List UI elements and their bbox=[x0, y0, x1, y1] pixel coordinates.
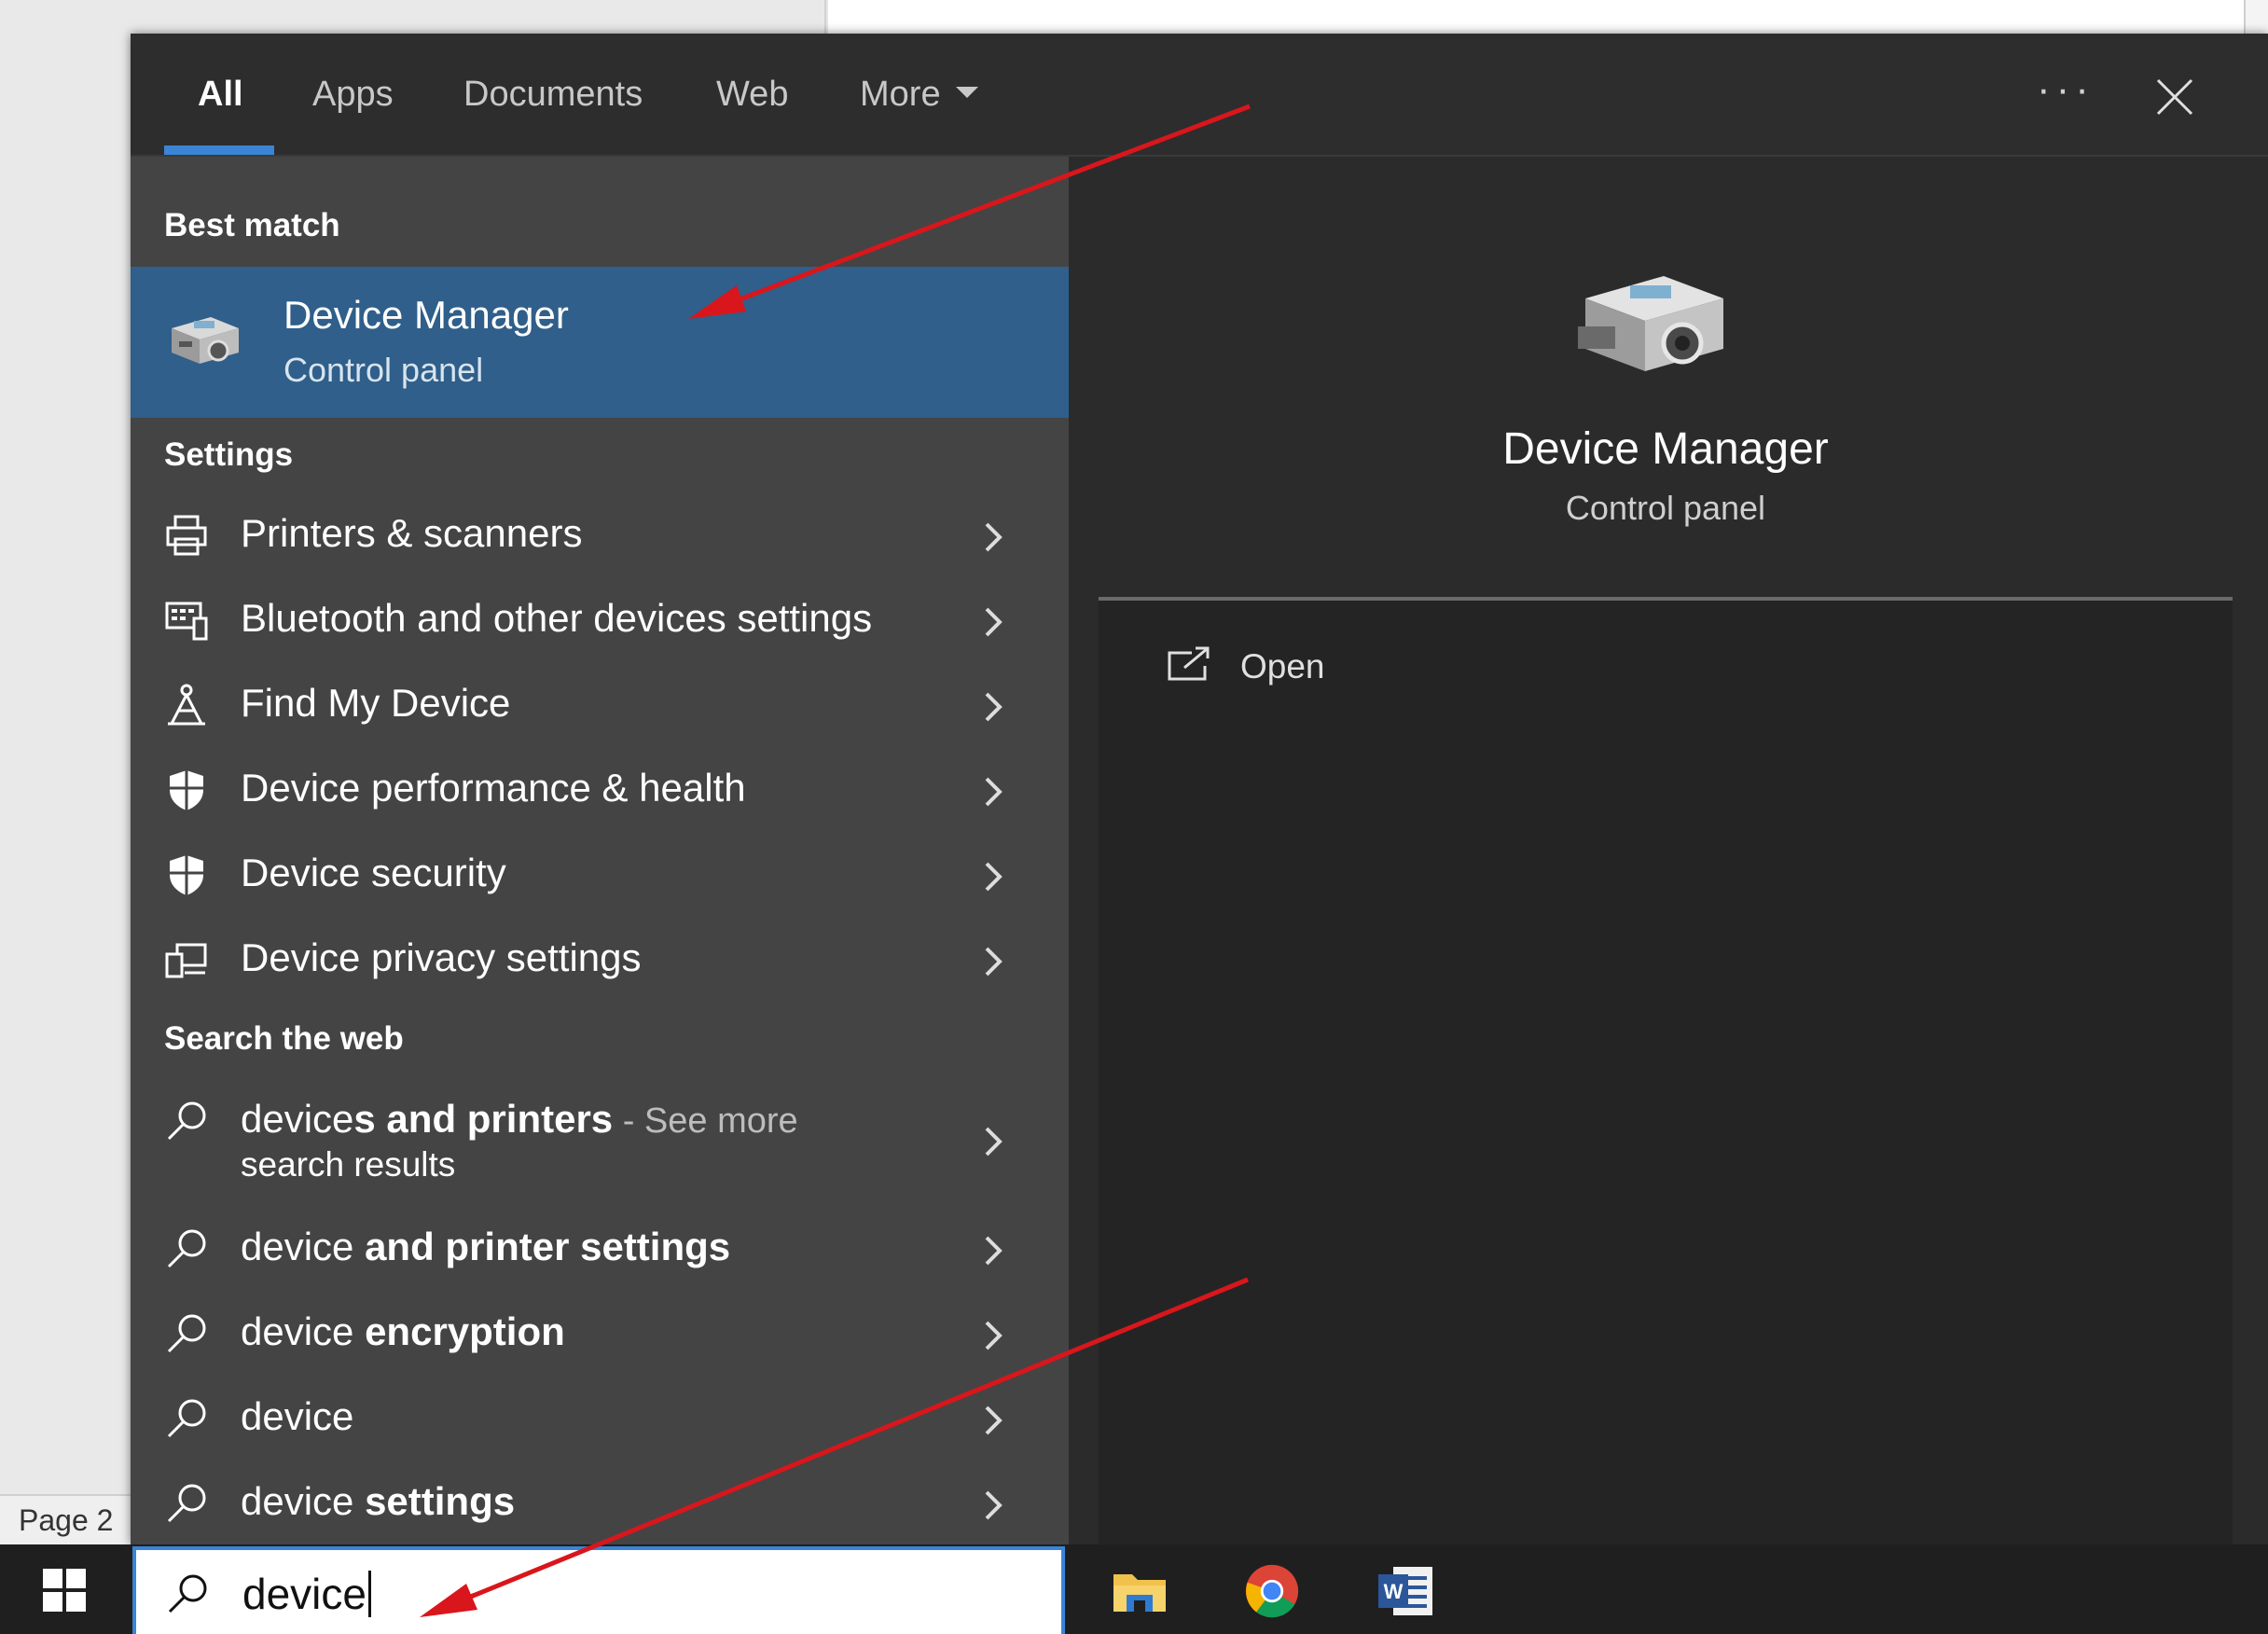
web-item-label: devices and printers - See more bbox=[241, 1097, 798, 1142]
search-icon bbox=[167, 1399, 206, 1438]
chevron-right-icon bbox=[985, 1236, 1003, 1266]
settings-item-printers[interactable]: Printers & scanners bbox=[131, 492, 1069, 576]
find-device-icon bbox=[168, 684, 205, 726]
web-item-label: device encryption bbox=[241, 1309, 565, 1354]
svg-text:W: W bbox=[1384, 1580, 1404, 1603]
web-query-bold: and printer settings bbox=[353, 1225, 731, 1268]
open-label: Open bbox=[1240, 647, 1325, 685]
settings-heading: Settings bbox=[164, 436, 294, 473]
web-item-devices-and-printers[interactable]: devices and printers - See more search r… bbox=[131, 1078, 1069, 1199]
text-cursor bbox=[367, 1570, 371, 1617]
close-icon[interactable] bbox=[2154, 76, 2195, 118]
open-action[interactable]: Open bbox=[1099, 630, 2233, 714]
chevron-right-icon bbox=[985, 1406, 1003, 1435]
chrome-icon[interactable] bbox=[1242, 1563, 1302, 1619]
preview-subtitle: Control panel bbox=[1565, 489, 1766, 527]
open-icon bbox=[1168, 646, 1210, 681]
caret-down-icon bbox=[955, 86, 978, 98]
best-match-device-manager[interactable]: Device Manager Control panel bbox=[131, 267, 1069, 418]
web-query-suffix: - See more bbox=[613, 1101, 798, 1141]
web-item-device-settings[interactable]: device settings bbox=[131, 1461, 1069, 1544]
web-item-device[interactable]: device bbox=[131, 1376, 1069, 1460]
windows-start-icon[interactable] bbox=[43, 1569, 86, 1612]
chevron-right-icon bbox=[985, 777, 1003, 807]
web-item-sublabel: search results bbox=[241, 1145, 456, 1184]
results-list: Best match Device Manager Control panel … bbox=[131, 157, 1069, 1544]
web-query-plain: device bbox=[241, 1309, 354, 1353]
tab-apps[interactable]: Apps bbox=[312, 75, 394, 115]
shield-icon bbox=[170, 855, 203, 895]
settings-item-device-privacy[interactable]: Device privacy settings bbox=[131, 917, 1069, 1001]
preview-pane: Device Manager Control panel Open bbox=[1099, 187, 2233, 1544]
preview-title: Device Manager bbox=[1502, 424, 1829, 474]
search-icon bbox=[167, 1484, 206, 1523]
search-input[interactable]: device bbox=[132, 1546, 1065, 1634]
preview-header: Device Manager Control panel bbox=[1099, 187, 2233, 601]
web-query-plain: device bbox=[241, 1225, 354, 1268]
web-query-bold: s and printers bbox=[353, 1097, 614, 1141]
web-query-plain: device bbox=[241, 1097, 354, 1141]
tab-web[interactable]: Web bbox=[716, 75, 788, 115]
tab-documents[interactable]: Documents bbox=[463, 75, 643, 115]
document-status-bar: Page 2 o bbox=[0, 1494, 131, 1572]
chevron-right-icon bbox=[985, 692, 1003, 722]
settings-item-label: Printers & scanners bbox=[241, 511, 583, 555]
device-manager-icon bbox=[1578, 276, 1723, 371]
best-match-heading: Best match bbox=[164, 207, 340, 243]
shield-icon bbox=[170, 770, 203, 810]
chevron-right-icon bbox=[985, 1127, 1003, 1156]
chevron-right-icon bbox=[985, 1321, 1003, 1350]
web-item-device-and-printer-settings[interactable]: device and printer settings bbox=[131, 1206, 1069, 1290]
web-item-label: device bbox=[241, 1394, 353, 1439]
device-manager-icon bbox=[172, 317, 239, 364]
tab-all[interactable]: All bbox=[198, 75, 243, 115]
web-query-plain: device bbox=[241, 1479, 354, 1523]
more-options-button[interactable]: ··· bbox=[2037, 69, 2095, 110]
settings-item-device-performance[interactable]: Device performance & health bbox=[131, 747, 1069, 831]
search-icon bbox=[167, 1314, 206, 1353]
settings-item-label: Device privacy settings bbox=[241, 935, 642, 979]
web-item-label: device settings bbox=[241, 1479, 515, 1524]
devices-icon bbox=[165, 602, 208, 641]
web-item-device-encryption[interactable]: device encryption bbox=[131, 1291, 1069, 1375]
search-icon bbox=[167, 1101, 206, 1141]
web-query-bold: settings bbox=[353, 1479, 516, 1523]
chevron-right-icon bbox=[985, 1490, 1003, 1520]
web-query-bold: encryption bbox=[353, 1309, 565, 1353]
web-item-label: device and printer settings bbox=[241, 1225, 730, 1269]
search-flyout: All Apps Documents Web More ··· Best mat… bbox=[131, 34, 2268, 1544]
tab-more[interactable]: More bbox=[860, 75, 978, 115]
tab-more-label: More bbox=[860, 75, 941, 114]
search-text: device bbox=[242, 1569, 371, 1621]
search-icon bbox=[167, 1229, 206, 1268]
settings-item-label: Find My Device bbox=[241, 681, 511, 725]
filter-tabs-bar: All Apps Documents Web More ··· bbox=[131, 34, 2268, 157]
word-icon[interactable]: W bbox=[1376, 1563, 1436, 1619]
web-query-plain: device bbox=[241, 1394, 354, 1438]
taskbar: device W bbox=[0, 1544, 2268, 1634]
device-privacy-icon bbox=[165, 943, 207, 978]
chevron-right-icon bbox=[985, 522, 1003, 552]
search-icon bbox=[168, 1574, 207, 1613]
search-web-heading: Search the web bbox=[164, 1020, 404, 1057]
background-document-top bbox=[828, 0, 2268, 37]
active-tab-indicator bbox=[164, 145, 274, 155]
settings-item-bluetooth[interactable]: Bluetooth and other devices settings bbox=[131, 577, 1069, 661]
settings-item-label: Device performance & health bbox=[241, 766, 746, 810]
search-value: device bbox=[242, 1570, 366, 1618]
printer-icon bbox=[166, 515, 207, 556]
chevron-right-icon bbox=[985, 947, 1003, 976]
chevron-right-icon bbox=[985, 607, 1003, 637]
settings-item-device-security[interactable]: Device security bbox=[131, 832, 1069, 916]
settings-item-label: Device security bbox=[241, 851, 506, 894]
settings-item-label: Bluetooth and other devices settings bbox=[241, 596, 873, 640]
chevron-right-icon bbox=[985, 862, 1003, 892]
best-match-subtitle: Control panel bbox=[284, 351, 484, 389]
file-explorer-icon[interactable] bbox=[1110, 1563, 1169, 1619]
settings-item-find-my-device[interactable]: Find My Device bbox=[131, 662, 1069, 746]
best-match-title: Device Manager bbox=[284, 293, 569, 337]
